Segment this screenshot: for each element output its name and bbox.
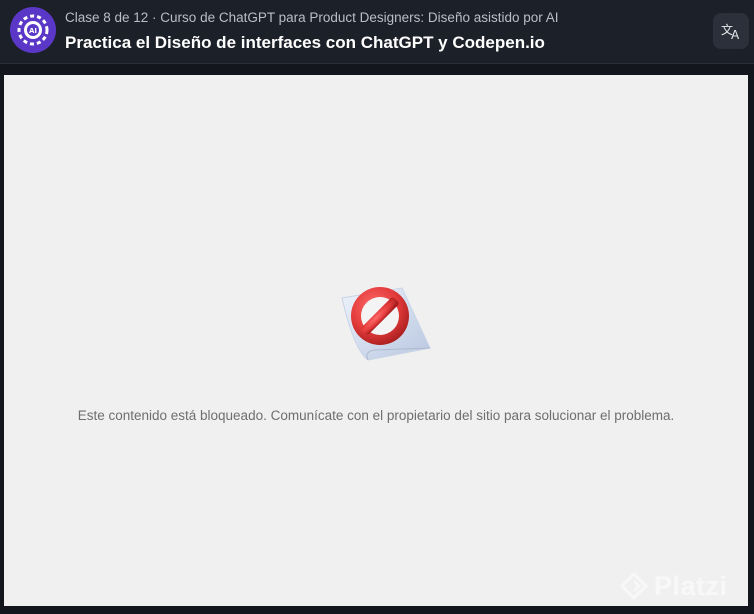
svg-text:AI: AI <box>29 27 37 35</box>
ai-course-badge-icon: AI <box>17 14 49 46</box>
video-player-frame: AI Clase 8 de 12 · Curso de ChatGPT para… <box>0 0 754 614</box>
blocked-message: Este contenido está bloqueado. Comunícat… <box>77 408 675 423</box>
platzi-logo-icon <box>620 572 648 600</box>
translate-icon: 文 A <box>721 22 740 41</box>
svg-text:A: A <box>731 28 740 41</box>
course-badge: AI <box>10 7 56 53</box>
page-title: Practica el Diseño de interfaces con Cha… <box>65 33 545 52</box>
watermark-text: Platzi <box>654 570 728 601</box>
blocked-content-icon <box>341 287 431 361</box>
class-meta: Clase 8 de 12 · Curso de ChatGPT para Pr… <box>65 10 559 25</box>
blocked-illustration <box>324 280 434 365</box>
embedded-content: Este contenido está bloqueado. Comunícat… <box>4 75 748 606</box>
translate-button[interactable]: 文 A <box>713 13 749 49</box>
platzi-watermark: Platzi <box>620 566 728 606</box>
class-header: AI Clase 8 de 12 · Curso de ChatGPT para… <box>0 0 754 64</box>
